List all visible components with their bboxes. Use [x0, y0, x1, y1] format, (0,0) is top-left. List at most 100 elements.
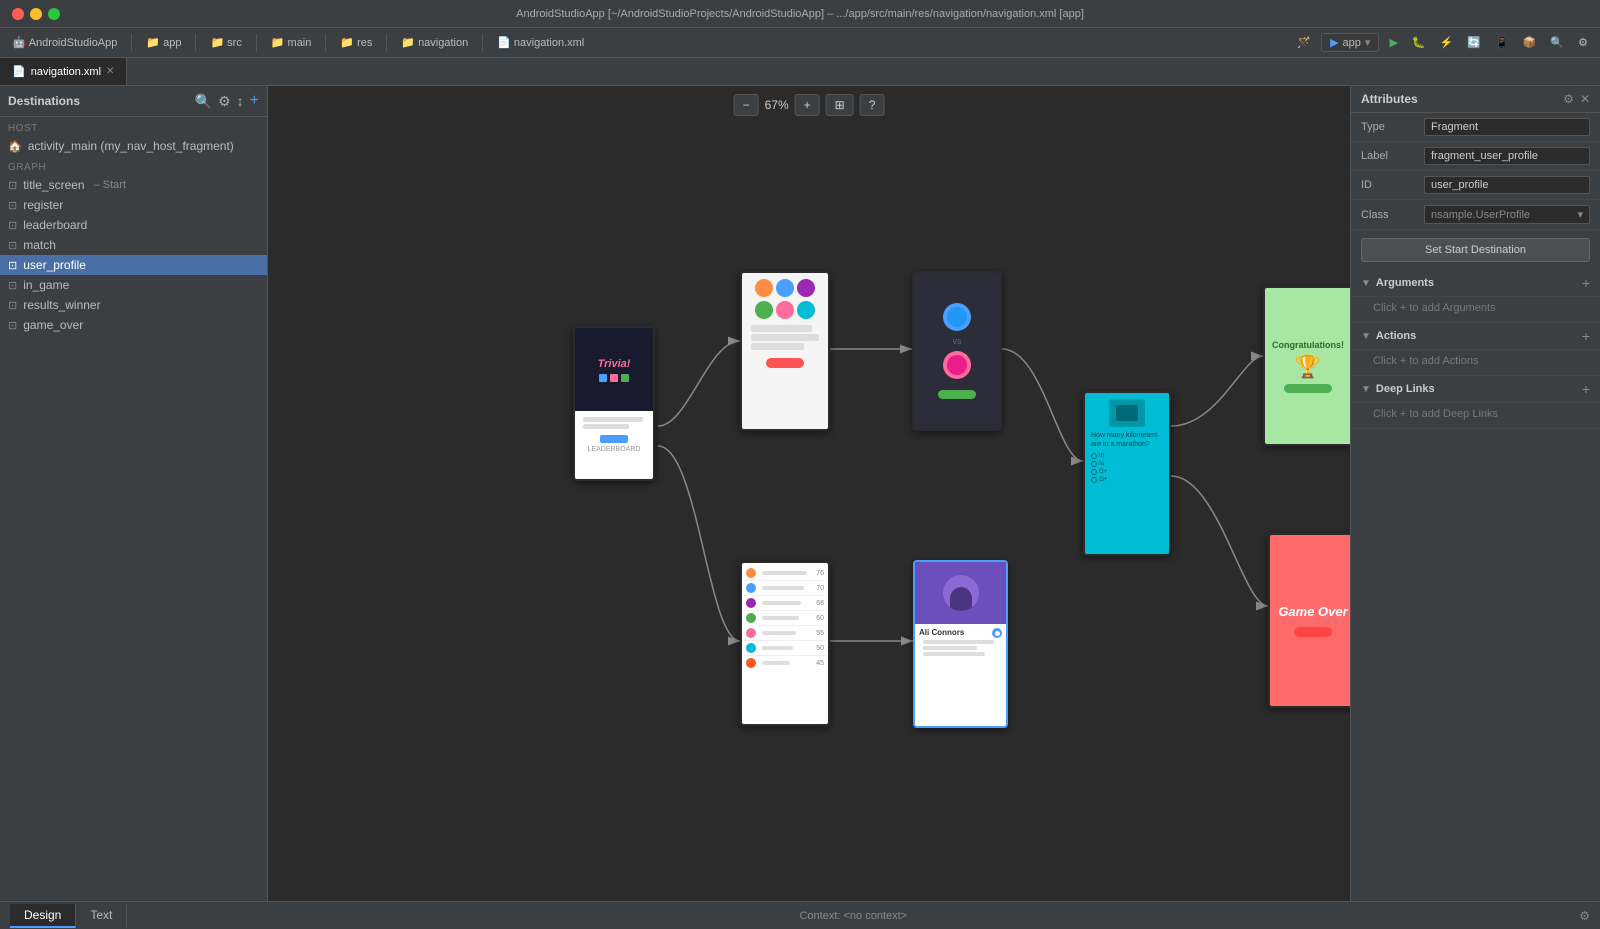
sidebar-item-activity-main[interactable]: 🏠 activity_main (my_nav_host_fragment): [0, 136, 267, 156]
graph-section-label: GRAPH: [0, 156, 267, 175]
sidebar-item-results-winner[interactable]: ⊡ results_winner: [0, 295, 267, 315]
toolbar-separator-6: [482, 34, 483, 52]
toolbar-main[interactable]: 📁 main: [267, 34, 316, 51]
attributes-header: Attributes ⚙ ✕: [1351, 86, 1600, 113]
close-button[interactable]: [12, 8, 24, 20]
sidebar-actions: 🔍 ⚙ ↕ +: [195, 92, 259, 110]
sidebar-item-game-over[interactable]: ⊡ game_over: [0, 315, 267, 335]
add-destination-icon[interactable]: +: [250, 92, 259, 110]
sidebar-item-title-screen[interactable]: ⊡ title_screen – Start: [0, 175, 267, 195]
toolbar-search-button[interactable]: 🔍: [1546, 34, 1568, 51]
attr-label-value[interactable]: fragment_user_profile: [1424, 147, 1590, 165]
zoom-out-button[interactable]: −: [734, 94, 759, 116]
minimize-button[interactable]: [30, 8, 42, 20]
toolbar-src[interactable]: 📁 src: [206, 34, 245, 51]
app-icon: ▶: [1330, 36, 1338, 49]
sidebar-item-in-game[interactable]: ⊡ in_game: [0, 275, 267, 295]
zoom-level: 67%: [765, 98, 789, 112]
toolbar-magic-wand[interactable]: 🪄: [1293, 34, 1315, 51]
settings-icon[interactable]: ⚙: [218, 93, 231, 110]
actions-add-button[interactable]: +: [1582, 328, 1590, 344]
zoom-in-button[interactable]: +: [795, 94, 820, 116]
sidebar-item-match[interactable]: ⊡ match: [0, 235, 267, 255]
tab-text[interactable]: Text: [76, 904, 127, 928]
sort-icon[interactable]: ↕: [237, 93, 244, 109]
sidebar-item-leaderboard[interactable]: ⊡ leaderboard: [0, 215, 267, 235]
tab-close-button[interactable]: ✕: [106, 66, 114, 77]
maximize-button[interactable]: [48, 8, 60, 20]
class-dropdown-arrow[interactable]: ▾: [1577, 208, 1583, 221]
attr-type-value[interactable]: Fragment: [1424, 118, 1590, 136]
toolbar-run-button[interactable]: ▶: [1385, 34, 1401, 51]
context-status: Context: <no context>: [799, 910, 907, 922]
title-bar: AndroidStudioApp [~/AndroidStudioProject…: [0, 0, 1600, 28]
attributes-title: Attributes: [1361, 92, 1418, 106]
node-results-winner[interactable]: results_winner Congratulations! 🏆: [1263, 286, 1350, 446]
panel-settings-icon[interactable]: ⚙: [1563, 92, 1574, 106]
navigation-canvas[interactable]: − 67% + ⊞ ?: [268, 86, 1350, 901]
attr-class-value[interactable]: nsample.UserProfile ▾: [1424, 205, 1590, 224]
deep-links-add-button[interactable]: +: [1582, 381, 1590, 397]
main-area: Destinations 🔍 ⚙ ↕ + HOST 🏠 activity_mai…: [0, 86, 1600, 901]
main-toolbar: 🤖 AndroidStudioApp 📁 app 📁 src 📁 main 📁 …: [0, 28, 1600, 58]
set-start-destination-button[interactable]: Set Start Destination: [1361, 238, 1590, 262]
toolbar-separator-4: [325, 34, 326, 52]
node-register[interactable]: register: [740, 271, 830, 431]
toolbar-sync[interactable]: 🔄: [1463, 34, 1485, 51]
node-title-screen[interactable]: ⌂ title_screen Trivia! LEADERBOARD: [573, 326, 655, 481]
actions-arrow-icon: ▼: [1361, 331, 1371, 342]
toolbar-debug-button[interactable]: 🐛: [1408, 34, 1430, 51]
dropdown-arrow: ▾: [1365, 36, 1371, 49]
toolbar-separator-2: [195, 34, 196, 52]
xml-file-icon: 📄: [12, 65, 26, 78]
attr-id-row: ID user_profile: [1351, 171, 1600, 200]
node-user-profile[interactable]: user_profile Ali Connors: [913, 560, 1008, 728]
fragment-icon-3: ⊡: [8, 239, 17, 252]
toolbar-app[interactable]: 📁 app: [142, 34, 185, 51]
android-icon: 🤖: [12, 36, 26, 49]
traffic-lights: [12, 8, 60, 20]
deep-links-section-header[interactable]: ▼ Deep Links +: [1351, 376, 1600, 403]
attr-label-label: Label: [1361, 150, 1416, 162]
sidebar-item-user-profile[interactable]: ⊡ user_profile: [0, 255, 267, 275]
toolbar-settings-button[interactable]: ⚙: [1574, 34, 1592, 51]
panel-header-icons: ⚙ ✕: [1563, 92, 1590, 106]
node-in-game[interactable]: in_game How many kilometers are in a mar…: [1083, 391, 1171, 556]
toolbar-avd[interactable]: 📱: [1491, 34, 1513, 51]
tab-navigation-xml[interactable]: 📄 navigation.xml ✕: [0, 58, 127, 85]
toolbar-run-config[interactable]: ▶ app ▾: [1321, 33, 1379, 52]
fragment-icon-1: ⊡: [8, 199, 17, 212]
toolbar-separator-3: [256, 34, 257, 52]
fit-screen-button[interactable]: ⊞: [826, 94, 854, 116]
help-button[interactable]: ?: [860, 94, 885, 116]
arguments-section-header[interactable]: ▼ Arguments +: [1351, 270, 1600, 297]
run-icon: ▶: [1389, 36, 1397, 49]
toolbar-navxml[interactable]: 📄 navigation.xml: [493, 34, 588, 51]
panel-close-icon[interactable]: ✕: [1580, 92, 1590, 106]
connection-arrows: [268, 86, 1350, 901]
node-match[interactable]: match vs: [912, 271, 1002, 431]
search-icon[interactable]: 🔍: [195, 93, 212, 110]
folder-icon-2: 📁: [210, 36, 224, 49]
arguments-section-content: Click + to add Arguments: [1351, 297, 1600, 323]
settings-bottom-icon[interactable]: ⚙: [1579, 909, 1590, 923]
toolbar-res[interactable]: 📁 res: [336, 34, 376, 51]
attributes-panel: Attributes ⚙ ✕ Type Fragment Label fragm…: [1350, 86, 1600, 901]
toolbar-app-name[interactable]: 🤖 AndroidStudioApp: [8, 34, 121, 51]
attr-id-value[interactable]: user_profile: [1424, 176, 1590, 194]
arguments-add-button[interactable]: +: [1582, 275, 1590, 291]
toolbar-sdk[interactable]: 📦: [1519, 34, 1541, 51]
bottom-tabs: Design Text: [10, 904, 127, 928]
arguments-arrow-icon: ▼: [1361, 278, 1371, 289]
fragment-icon-6: ⊡: [8, 299, 17, 312]
deep-links-section-content: Click + to add Deep Links: [1351, 403, 1600, 429]
node-game-over[interactable]: game_over Game Over: [1268, 533, 1350, 708]
node-leaderboard[interactable]: leaderboard 76 70 68: [740, 561, 830, 726]
actions-section-header[interactable]: ▼ Actions +: [1351, 323, 1600, 350]
toolbar-more-actions[interactable]: ⚡: [1436, 34, 1458, 51]
tab-design[interactable]: Design: [10, 904, 76, 928]
attr-class-label: Class: [1361, 209, 1416, 221]
deep-links-section-title: Deep Links: [1376, 383, 1435, 395]
sidebar-item-register[interactable]: ⊡ register: [0, 195, 267, 215]
toolbar-navigation[interactable]: 📁 navigation: [397, 34, 472, 51]
